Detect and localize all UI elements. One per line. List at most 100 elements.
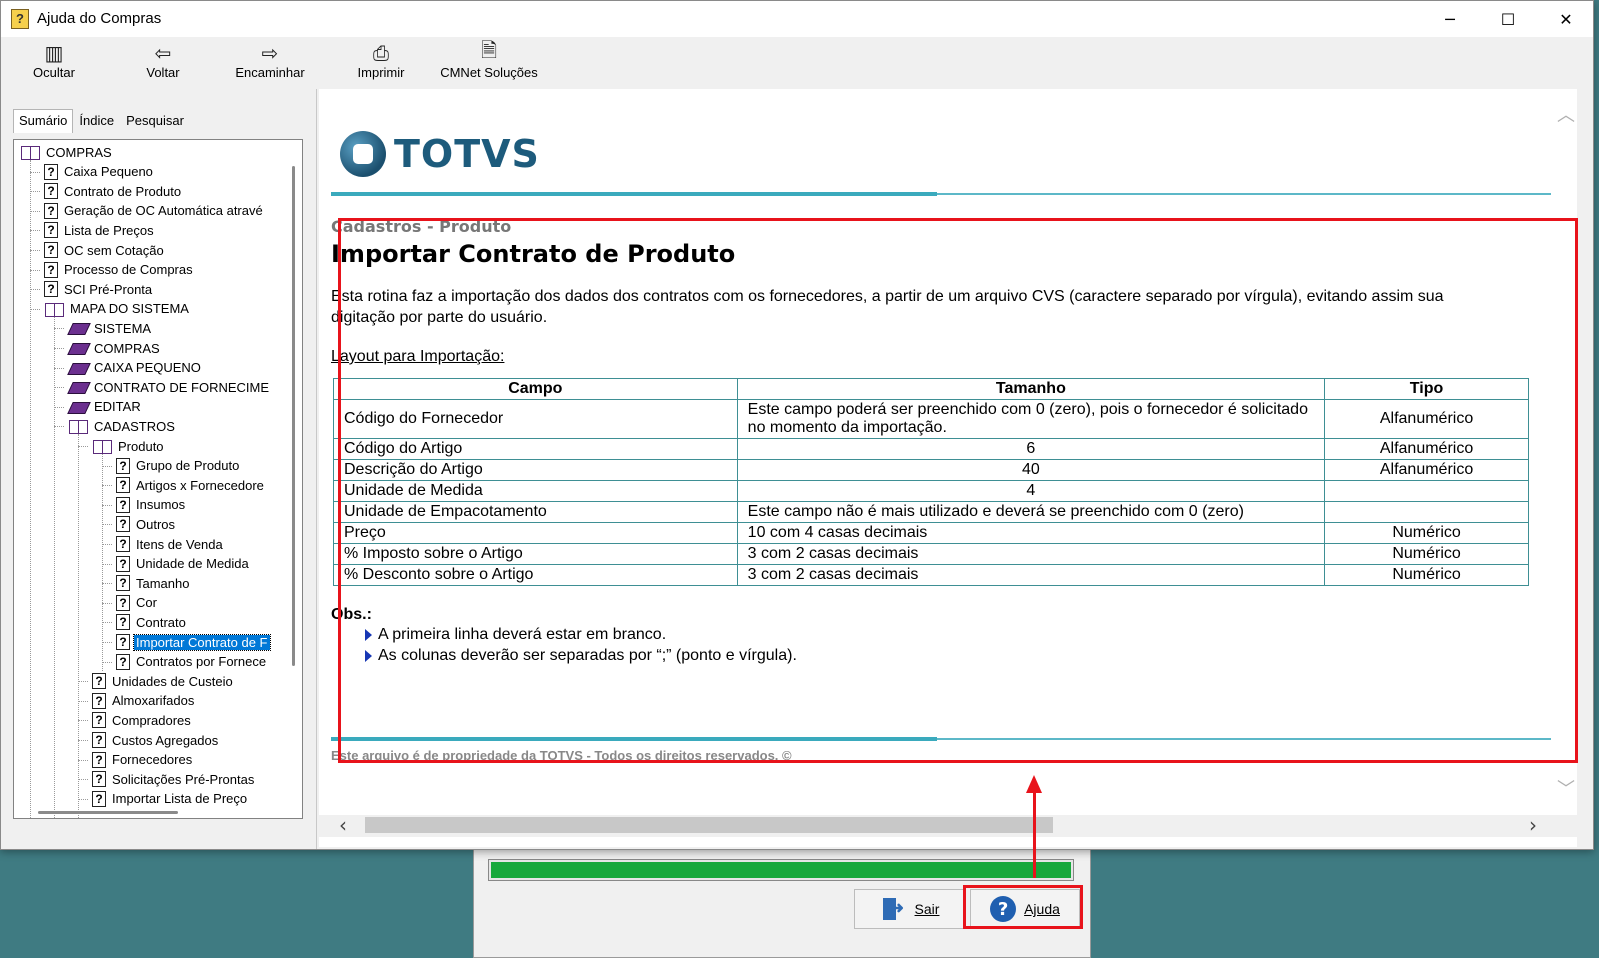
help-topic-icon: ? [44, 281, 58, 298]
closed-book-icon [68, 400, 88, 414]
tree-item-label: Importar Lista de Preço [112, 791, 248, 807]
tree-item[interactable]: ? Processo de Compras [44, 260, 195, 280]
tree-item[interactable]: ? Almoxarifados [92, 691, 196, 711]
tree-item[interactable]: COMPRAS [20, 142, 114, 162]
help-topic-icon: ? [116, 575, 130, 592]
tree-item[interactable]: EDITAR [68, 397, 143, 417]
tree-item-label: Importar Contrato de F [133, 633, 271, 651]
close-button[interactable]: ✕ [1537, 1, 1595, 37]
tree-item[interactable]: ? Fornecedores [92, 750, 194, 770]
tree-item[interactable]: COMPRAS [68, 338, 162, 358]
totvs-logo-mark [340, 131, 386, 177]
tree-item-label: EDITAR [94, 399, 141, 415]
tree-scroll-thumb[interactable] [292, 166, 295, 666]
open-book-icon [68, 419, 88, 435]
annotation-highlight-box [338, 218, 1578, 763]
tree-item[interactable]: ? Importar Lista de Preço [92, 789, 249, 809]
tree-horizontal-scroll-thumb[interactable] [38, 811, 178, 814]
help-topic-icon: ? [44, 242, 58, 258]
tree-item[interactable]: CADASTROS [68, 416, 177, 436]
back-button-label: Voltar [146, 65, 180, 80]
scroll-right-arrow-icon[interactable]: › [1529, 813, 1537, 837]
tree-item[interactable]: ? Contratos por Fornece [116, 652, 268, 672]
help-topic-icon: ? [116, 614, 130, 631]
tab-search[interactable]: Pesquisar [120, 109, 190, 133]
tree-item[interactable]: MAPA DO SISTEMA [44, 299, 191, 319]
tree-item[interactable]: ? Solicitações Pré-Prontas [92, 769, 256, 789]
tree-item[interactable]: ? Unidades de Custeio [92, 671, 235, 691]
open-book-icon [44, 302, 64, 317]
navigation-pane: Sumário Índice Pesquisar COMPRAS? Caixa P… [1, 89, 317, 849]
tree-item-label: Custos Agregados [112, 732, 219, 748]
help-topic-icon: ? [116, 653, 130, 670]
hide-button-label: Ocultar [33, 65, 75, 80]
tree-item[interactable]: ? Contrato [116, 612, 188, 632]
help-topic-icon: ? [92, 712, 106, 729]
tree-item[interactable]: ? Unidade de Medida [116, 554, 251, 574]
solutions-button-label: CMNet Soluções [440, 65, 538, 80]
help-topic-icon: ? [116, 496, 130, 513]
tree-item[interactable]: CONTRATO DE FORNECIME [68, 377, 271, 397]
tree-item[interactable]: ? Tamanho [116, 573, 191, 593]
tree-item[interactable]: ? Cor [116, 593, 159, 613]
tree-item[interactable]: ? Artigos x Fornecedore [116, 475, 266, 495]
tree-item-label: Contrato [136, 614, 186, 630]
tree-item[interactable]: SISTEMA [68, 318, 153, 338]
forward-button[interactable]: ⇨ Encaminhar [233, 41, 307, 87]
tree-item[interactable]: ? Outros [116, 514, 177, 534]
minimize-button[interactable]: ─ [1421, 1, 1479, 37]
tree-item[interactable]: ? Custos Agregados [92, 730, 220, 750]
tree-item[interactable]: ? Lista de Preços [44, 220, 156, 240]
tree-item[interactable]: ? Grupo de Produto [116, 456, 241, 476]
window-title: Ajuda do Compras [37, 10, 162, 27]
toolbar: ▥ Ocultar ⇦ Voltar ⇨ Encaminhar ⎙ Imprim… [1, 37, 1593, 89]
hide-button[interactable]: ▥ Ocultar [31, 41, 77, 87]
print-button[interactable]: ⎙ Imprimir [357, 41, 405, 87]
exit-door-icon: ➜ [881, 896, 907, 922]
tree-item-label: Contratos por Fornece [136, 654, 267, 670]
tree-vertical-scrollbar[interactable] [286, 140, 302, 818]
help-topic-icon: ? [92, 692, 106, 709]
exit-button[interactable]: ➜ Sair [854, 889, 966, 929]
tree-item-label: Unidade de Medida [136, 556, 249, 572]
tree-item[interactable]: ? Geração de OC Automática atravé [44, 201, 265, 221]
totvs-logo-text: TOTVS [394, 132, 540, 176]
tree-item[interactable]: ? Itens de Venda [116, 534, 225, 554]
tree-item[interactable]: CAIXA PEQUENO [68, 358, 203, 378]
tree-item[interactable]: ? Contrato de Produto [44, 181, 183, 201]
tree-item[interactable]: ? Compradores [92, 710, 193, 730]
tab-index[interactable]: Índice [73, 109, 120, 133]
tree-item[interactable]: ? Importar Contrato de F [116, 632, 271, 652]
tree-item[interactable]: ? SCI Pré-Pronta [44, 279, 154, 299]
scroll-up-arrow-icon[interactable]: ︿ [1557, 101, 1575, 127]
topic-tree: COMPRAS? Caixa Pequeno? Contrato de Produt… [13, 139, 303, 819]
back-arrow-icon: ⇦ [154, 41, 172, 65]
help-topic-icon: ? [116, 457, 130, 474]
tree-item[interactable]: ? Caixa Pequeno [44, 162, 155, 182]
tree-item-label: Processo de Compras [64, 262, 193, 278]
solutions-button[interactable]: 🗎 CMNet Soluções [437, 38, 541, 87]
tree-item[interactable]: ? OC sem Cotação [44, 240, 166, 260]
scroll-left-arrow-icon[interactable]: ‹ [339, 813, 347, 837]
content-scroll-thumb[interactable] [365, 817, 1053, 833]
scroll-down-arrow-icon[interactable]: ﹀ [1557, 775, 1575, 801]
help-topic-icon: ? [116, 555, 130, 572]
help-topic-icon: ? [116, 536, 130, 552]
tree-item-label: Lista de Preços [64, 222, 154, 238]
tree-item[interactable]: ? Insumos [116, 495, 187, 515]
tree-item-label: Geração de OC Automática atravé [64, 203, 263, 219]
tree-item-label: Grupo de Produto [136, 458, 240, 474]
printer-icon: ⎙ [373, 41, 389, 65]
content-horizontal-scrollbar[interactable]: ‹ › [319, 813, 1577, 837]
tree-item-label: Caixa Pequeno [64, 164, 153, 180]
tree-item[interactable]: Produto [92, 436, 166, 456]
forward-button-label: Encaminhar [235, 65, 305, 80]
totvs-logo: TOTVS [340, 131, 540, 177]
tab-summary[interactable]: Sumário [13, 109, 74, 133]
help-topic-icon: ? [44, 222, 58, 239]
tree-item-label: Almoxarifados [112, 693, 195, 709]
tree-item-label: CAIXA PEQUENO [94, 360, 201, 376]
back-button[interactable]: ⇦ Voltar [141, 41, 185, 87]
tree-item-label: Itens de Venda [136, 536, 223, 552]
maximize-button[interactable]: ☐ [1479, 1, 1537, 37]
